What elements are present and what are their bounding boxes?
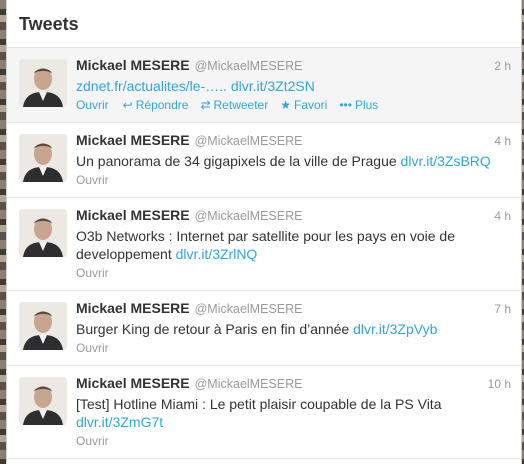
- tweet-item[interactable]: Mickael MESERE @MickaelMESERE 10 h [Test…: [7, 366, 521, 459]
- tweet-time[interactable]: 7 h: [494, 302, 511, 316]
- panel-title: Tweets: [19, 14, 79, 34]
- avatar[interactable]: [19, 59, 67, 107]
- tweet-item[interactable]: Mickael MESERE @MickaelMESERE 7 h Burger…: [7, 291, 521, 366]
- open-link[interactable]: Ouvrir: [76, 341, 109, 355]
- open-link[interactable]: Ouvrir: [76, 434, 109, 448]
- reply-icon: ↩: [122, 98, 133, 112]
- open-link[interactable]: Ouvrir: [76, 266, 109, 280]
- tweet-time[interactable]: 4 h: [494, 134, 511, 148]
- tweet-item[interactable]: Mickael MESERE @MickaelMESERE 4 h Un pan…: [7, 123, 521, 198]
- tweet-time[interactable]: 2 h: [494, 59, 511, 73]
- panel-header: Tweets: [7, 0, 521, 48]
- more-icon: •••: [339, 98, 352, 112]
- tweet-link[interactable]: dlvr.it/3ZpVyb: [353, 321, 437, 337]
- author-name[interactable]: Mickael MESERE: [76, 207, 190, 223]
- author-handle[interactable]: @MickaelMESERE: [195, 59, 303, 73]
- tweet-text: Un panorama de 34 gigapixels de la ville…: [76, 153, 491, 169]
- star-icon: ★: [280, 98, 291, 112]
- open-link[interactable]: Ouvrir: [76, 98, 109, 112]
- tweet-url[interactable]: zdnet.fr/actualites/le-…..: [76, 78, 227, 94]
- avatar[interactable]: [19, 377, 67, 425]
- avatar[interactable]: [19, 302, 67, 350]
- author-handle[interactable]: @MickaelMESERE: [195, 302, 303, 316]
- tweet-actions: Ouvrir ↩ Répondre ⇄ Retweeter ★ Favori ••• P…: [76, 98, 511, 112]
- tweets-panel: Tweets Mickael MESERE @MickaelMESERE 2 h…: [6, 0, 522, 464]
- tweet-text: Burger King de retour à Paris en fin d’a…: [76, 321, 438, 337]
- author-handle[interactable]: @MickaelMESERE: [195, 209, 303, 223]
- author-name[interactable]: Mickael MESERE: [76, 132, 190, 148]
- tweet-item[interactable]: Mickael MESERE @MickaelMESERE 4 h O3b Ne…: [7, 198, 521, 291]
- tweet-link[interactable]: dlvr.it/3Zt2SN: [231, 78, 315, 94]
- more-button[interactable]: ••• Plus: [339, 98, 378, 112]
- tweet-text: [Test] Hotline Miami : Le petit plaisir …: [76, 396, 442, 430]
- avatar[interactable]: [19, 134, 67, 182]
- tweet-actions: Ouvrir: [76, 266, 511, 280]
- author-name[interactable]: Mickael MESERE: [76, 300, 190, 316]
- author-name[interactable]: Mickael MESERE: [76, 375, 190, 391]
- tweet-time[interactable]: 10 h: [488, 377, 511, 391]
- tweet-link[interactable]: dlvr.it/3ZmG7t: [76, 414, 163, 430]
- tweet-actions: Ouvrir: [76, 341, 511, 355]
- author-handle[interactable]: @MickaelMESERE: [195, 134, 303, 148]
- author-handle[interactable]: @MickaelMESERE: [195, 377, 303, 391]
- retweet-icon: ⇄: [200, 98, 211, 112]
- tweet-item[interactable]: Mickael MESERE @MickaelMESERE 2 h zdnet.…: [7, 48, 521, 123]
- tweet-text: O3b Networks : Internet par satellite po…: [76, 228, 455, 262]
- retweet-button[interactable]: ⇄ Retweeter: [200, 98, 268, 112]
- author-name[interactable]: Mickael MESERE: [76, 57, 190, 73]
- tweet-time[interactable]: 4 h: [494, 209, 511, 223]
- tweet-actions: Ouvrir: [76, 434, 511, 448]
- tweet-link[interactable]: dlvr.it/3ZrlNQ: [176, 246, 258, 262]
- tweet-actions: Ouvrir: [76, 173, 511, 187]
- reply-button[interactable]: ↩ Répondre: [123, 98, 189, 112]
- tweet-link[interactable]: dlvr.it/3ZsBRQ: [401, 153, 491, 169]
- favorite-button[interactable]: ★ Favori: [280, 98, 327, 112]
- avatar[interactable]: [19, 209, 67, 257]
- open-link[interactable]: Ouvrir: [76, 173, 109, 187]
- tweet-text: zdnet.fr/actualites/le-….. dlvr.it/3Zt2S…: [76, 77, 511, 95]
